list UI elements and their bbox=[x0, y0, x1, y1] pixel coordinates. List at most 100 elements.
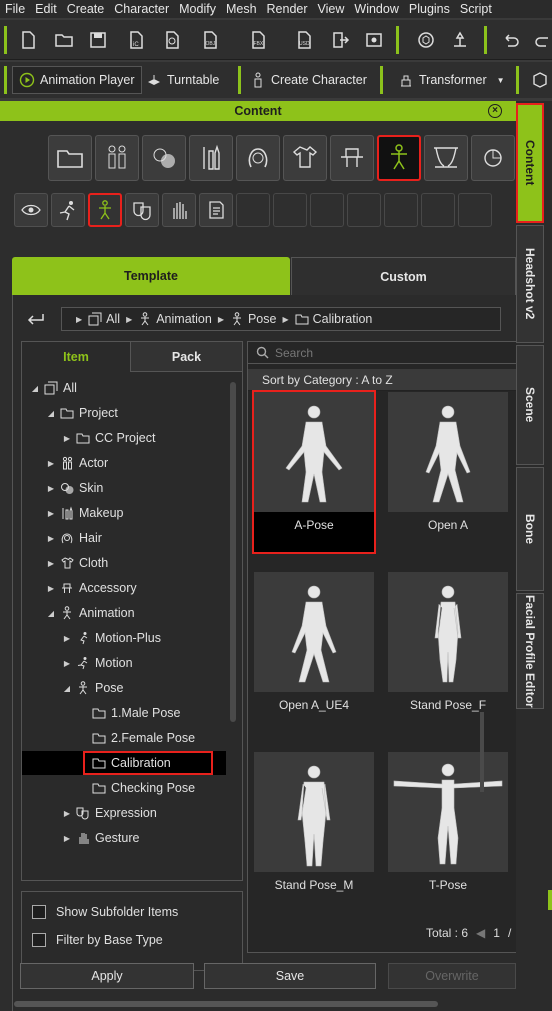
tree-scrollbar[interactable] bbox=[230, 382, 236, 722]
collapse-arrow-icon[interactable]: ◢ bbox=[30, 384, 40, 393]
breadcrumb-animation[interactable]: Animation bbox=[156, 312, 212, 326]
tree-item[interactable]: ▶ Skin bbox=[22, 476, 226, 500]
sub-motion-button[interactable] bbox=[51, 193, 85, 227]
tree-item[interactable]: 2.Female Pose bbox=[22, 726, 226, 750]
sub-pose-button[interactable] bbox=[88, 193, 122, 227]
menu-window[interactable]: Window bbox=[349, 2, 403, 16]
menu-character[interactable]: Character bbox=[109, 2, 174, 16]
tree-item[interactable]: ▶ Actor bbox=[22, 451, 226, 475]
menu-view[interactable]: View bbox=[313, 2, 350, 16]
menu-create[interactable]: Create bbox=[62, 2, 110, 16]
pose-thumbnail[interactable]: Open A_UE4 bbox=[254, 572, 374, 732]
save-icon[interactable] bbox=[84, 26, 112, 54]
tree-item[interactable]: ▶ CC Project bbox=[22, 426, 226, 450]
open-folder-icon[interactable] bbox=[50, 26, 78, 54]
tree-item[interactable]: ◢ Animation bbox=[22, 601, 226, 625]
send-icon[interactable] bbox=[326, 26, 354, 54]
breadcrumb-calibration[interactable]: Calibration bbox=[313, 312, 373, 326]
menu-render[interactable]: Render bbox=[262, 2, 313, 16]
redo-icon[interactable] bbox=[530, 26, 552, 54]
tree-item[interactable]: ▶ Expression bbox=[22, 801, 226, 825]
category-cloth-button[interactable] bbox=[283, 135, 327, 181]
category-makeup-button[interactable] bbox=[189, 135, 233, 181]
turntable-button[interactable]: Turntable bbox=[146, 66, 219, 94]
apply-button[interactable]: Apply bbox=[20, 963, 194, 989]
sub-script-button[interactable] bbox=[199, 193, 233, 227]
tree-item-selected[interactable]: Calibration bbox=[22, 751, 226, 775]
tab-custom[interactable]: Custom bbox=[291, 257, 516, 295]
category-more-button[interactable] bbox=[471, 135, 515, 181]
expand-arrow-icon[interactable]: ▶ bbox=[46, 559, 56, 568]
expand-arrow-icon[interactable]: ▶ bbox=[62, 659, 72, 668]
close-icon[interactable]: × bbox=[488, 104, 502, 118]
expand-arrow-icon[interactable]: ▶ bbox=[62, 434, 72, 443]
category-hair-button[interactable] bbox=[236, 135, 280, 181]
tree-item[interactable]: ▶ Gesture bbox=[22, 826, 226, 850]
collapse-arrow-icon[interactable]: ◢ bbox=[46, 609, 56, 618]
sub-eye-button[interactable] bbox=[14, 193, 48, 227]
tree-item[interactable]: ▶ Accessory bbox=[22, 576, 226, 600]
transformer-button[interactable]: Transformer ▼ bbox=[398, 66, 505, 94]
import-icon[interactable]: iC bbox=[122, 26, 150, 54]
expand-arrow-icon[interactable]: ▶ bbox=[62, 809, 72, 818]
menu-plugins[interactable]: Plugins bbox=[404, 2, 455, 16]
collapse-arrow-icon[interactable]: ◢ bbox=[46, 409, 56, 418]
expand-arrow-icon[interactable]: ▶ bbox=[46, 534, 56, 543]
tree-item[interactable]: ◢ Project bbox=[22, 401, 226, 425]
category-accessory-button[interactable] bbox=[330, 135, 374, 181]
pose-thumbnail[interactable]: Stand Pose_M bbox=[254, 752, 374, 912]
create-character-button[interactable]: Create Character bbox=[250, 66, 367, 94]
category-actor-button[interactable] bbox=[95, 135, 139, 181]
menu-modify[interactable]: Modify bbox=[174, 2, 221, 16]
filter-base-type-option[interactable]: Filter by Base Type bbox=[32, 930, 163, 950]
show-subfolder-option[interactable]: Show Subfolder Items bbox=[32, 902, 178, 922]
animation-player-button[interactable]: Animation Player bbox=[12, 66, 142, 94]
side-tab-headshot[interactable]: Headshot v2 bbox=[516, 225, 544, 343]
expand-arrow-icon[interactable]: ▶ bbox=[46, 584, 56, 593]
breadcrumb-pose[interactable]: Pose bbox=[248, 312, 277, 326]
tree-item[interactable]: Checking Pose bbox=[22, 776, 226, 800]
undo-icon[interactable] bbox=[496, 26, 524, 54]
obj-export-icon[interactable]: OBJ bbox=[196, 26, 224, 54]
expand-arrow-icon[interactable]: ▶ bbox=[62, 634, 72, 643]
tree-item[interactable]: 1.Male Pose bbox=[22, 701, 226, 725]
overwrite-button[interactable]: Overwrite bbox=[388, 963, 516, 989]
pose-thumbnail[interactable]: Stand Pose_F bbox=[388, 572, 508, 732]
tab-template[interactable]: Template bbox=[12, 257, 290, 295]
tab-item[interactable]: Item bbox=[22, 342, 130, 372]
search-input[interactable]: Search bbox=[248, 342, 518, 364]
pose-thumbnail[interactable]: A-Pose bbox=[252, 390, 376, 554]
side-tab-scene[interactable]: Scene bbox=[516, 345, 544, 465]
new-file-icon[interactable] bbox=[14, 26, 42, 54]
category-folder-button[interactable] bbox=[48, 135, 92, 181]
expand-arrow-icon[interactable]: ▶ bbox=[46, 459, 56, 468]
show-subfolder-checkbox[interactable] bbox=[32, 905, 46, 919]
menu-edit[interactable]: Edit bbox=[30, 2, 62, 16]
usd-export-icon[interactable]: USD bbox=[290, 26, 318, 54]
tree-item[interactable]: ▶ Motion-Plus bbox=[22, 626, 226, 650]
dropdown-arrow-icon[interactable]: ▼ bbox=[497, 76, 505, 85]
render-icon[interactable] bbox=[360, 26, 388, 54]
rig-icon[interactable] bbox=[446, 26, 474, 54]
prev-page-icon[interactable]: ◀ bbox=[476, 926, 485, 940]
tree-item[interactable]: ▶ Makeup bbox=[22, 501, 226, 525]
filter-base-type-checkbox[interactable] bbox=[32, 933, 46, 947]
package-icon[interactable] bbox=[532, 66, 552, 94]
back-icon[interactable] bbox=[25, 309, 47, 329]
menu-file[interactable]: File bbox=[0, 2, 30, 16]
menu-mesh[interactable]: Mesh bbox=[221, 2, 262, 16]
collapse-arrow-icon[interactable]: ◢ bbox=[62, 684, 72, 693]
side-tab-bone[interactable]: Bone bbox=[516, 467, 544, 591]
side-tab-content[interactable]: Content bbox=[516, 103, 544, 223]
tree-item[interactable]: ▶ Motion bbox=[22, 651, 226, 675]
tree-item[interactable]: ◢ All bbox=[22, 376, 226, 400]
tree-item[interactable]: ◢ Pose bbox=[22, 676, 226, 700]
export-image-icon[interactable] bbox=[158, 26, 186, 54]
cube-icon[interactable] bbox=[412, 26, 440, 54]
expand-arrow-icon[interactable]: ▶ bbox=[62, 834, 72, 843]
fbx-export-icon[interactable]: FBX bbox=[244, 26, 272, 54]
category-skin-button[interactable] bbox=[142, 135, 186, 181]
tree-item[interactable]: ▶ Cloth bbox=[22, 551, 226, 575]
menu-script[interactable]: Script bbox=[455, 2, 497, 16]
category-animation-button[interactable] bbox=[377, 135, 421, 181]
